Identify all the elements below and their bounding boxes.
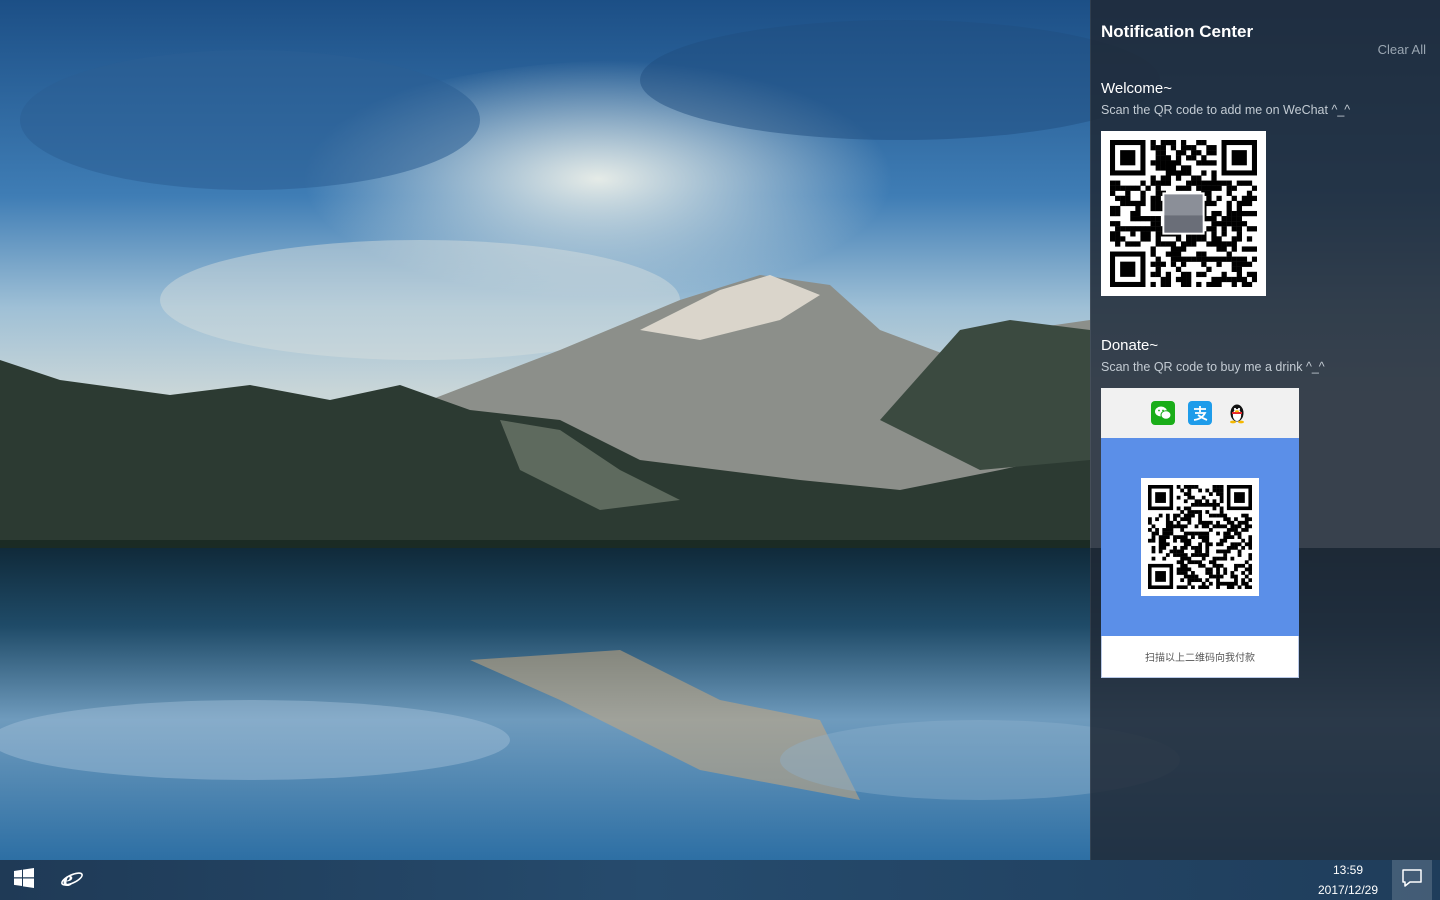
notification-welcome[interactable]: Welcome~ Scan the QR code to add me on W…: [1101, 80, 1431, 296]
alipay-icon[interactable]: [1188, 401, 1212, 425]
notification-center-title: Notification Center: [1101, 22, 1254, 41]
payment-qr-code: [1141, 478, 1259, 596]
action-center-icon: [1401, 868, 1423, 893]
payment-caption: 扫描以上二维码向我付款: [1101, 636, 1299, 678]
action-center-button[interactable]: [1392, 860, 1432, 900]
notification-title: Donate~: [1101, 337, 1159, 354]
taskbar: e 13:59 2017/12/29: [0, 860, 1440, 900]
clock-time: 13:59: [1332, 863, 1364, 877]
notification-message: Scan the QR code to buy me a drink ^_^: [1101, 360, 1325, 374]
internet-explorer-button[interactable]: e: [48, 860, 96, 900]
notification-donate[interactable]: Donate~ Scan the QR code to buy me a dri…: [1101, 337, 1431, 678]
notification-title: Welcome~: [1101, 80, 1173, 97]
clock-date: 2017/12/29: [1317, 883, 1379, 897]
internet-explorer-icon: e: [60, 866, 84, 895]
wechat-qr-code: [1101, 131, 1266, 296]
payment-qr-area: [1101, 438, 1299, 636]
payment-method-bar: [1101, 388, 1299, 438]
clear-all-button[interactable]: Clear All: [1378, 42, 1426, 57]
start-button[interactable]: [0, 860, 48, 900]
system-clock[interactable]: 13:59 2017/12/29: [1300, 860, 1396, 900]
notification-message: Scan the QR code to add me on WeChat ^_^: [1101, 103, 1351, 117]
payment-qr-card: 扫描以上二维码向我付款: [1101, 388, 1299, 678]
qq-penguin-icon[interactable]: [1225, 401, 1249, 425]
wechat-pay-icon[interactable]: [1151, 401, 1175, 425]
notification-center-panel: Notification Center Clear All Welcome~ S…: [1090, 0, 1440, 860]
windows-start-icon: [14, 867, 34, 893]
